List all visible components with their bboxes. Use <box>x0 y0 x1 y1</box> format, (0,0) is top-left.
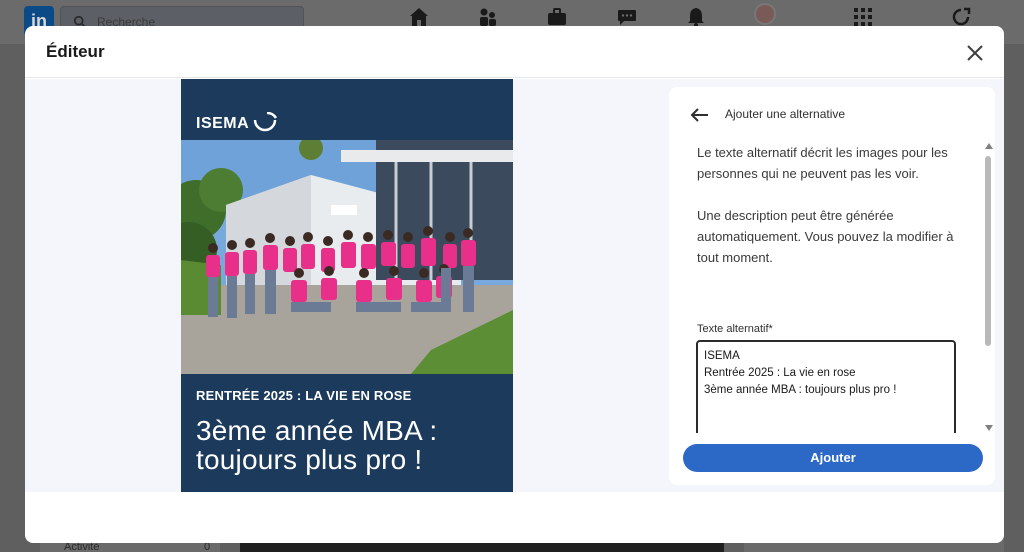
editor-stage: ISEMA RENTRÉE 2025: LA VIE EN ROSE 3ème… <box>25 79 1004 492</box>
scroll-thumb[interactable] <box>985 156 991 346</box>
home-icon[interactable] <box>408 6 430 28</box>
premium-icon[interactable] <box>950 6 972 28</box>
apps-grid-icon[interactable] <box>852 6 874 28</box>
alt-text-field-label: Texte alternatif* <box>697 323 773 335</box>
notifications-bell-icon[interactable] <box>685 6 707 28</box>
brand-arc-icon <box>253 112 278 132</box>
network-icon[interactable] <box>477 6 499 28</box>
alt-text-explanation: Le texte alternatif décrit les images po… <box>697 145 948 181</box>
modal-title: Éditeur <box>46 42 105 61</box>
panel-title: Ajouter une alternative <box>725 107 846 121</box>
messaging-icon[interactable] <box>616 6 638 28</box>
editor-modal: Éditeur ISEMA RENTRÉE 2025: LA VIE EN R… <box>25 26 1004 543</box>
add-alt-text-button[interactable]: Ajouter <box>683 444 983 472</box>
brand-logo-text: ISEMA <box>196 115 250 132</box>
back-arrow-icon[interactable] <box>689 104 711 126</box>
jobs-icon[interactable] <box>546 6 568 28</box>
modal-header: Éditeur <box>25 26 1004 78</box>
post-headline: 3ème année MBA : toujours plus pro ! <box>196 415 438 475</box>
scroll-up-arrow-icon[interactable] <box>985 143 993 149</box>
group-photo <box>181 140 513 374</box>
alt-text-input[interactable]: ISEMA Rentrée 2025 : La vie en rose 3ème… <box>696 340 956 433</box>
alt-text-panel: Ajouter une alternative Le texte alterna… <box>669 87 995 485</box>
panel-scroll-area[interactable]: Le texte alternatif décrit les images po… <box>669 137 995 433</box>
brand-logo: ISEMA <box>196 112 279 136</box>
panel-scrollbar[interactable] <box>983 143 993 435</box>
scroll-down-arrow-icon[interactable] <box>985 425 993 431</box>
close-icon[interactable] <box>963 41 987 65</box>
profile-avatar[interactable] <box>754 3 776 25</box>
post-kicker: RENTRÉE 2025 : LA VIE EN ROSE <box>196 388 412 403</box>
post-image: ISEMA RENTRÉE 2025: LA VIE EN ROSE 3ème… <box>181 79 513 492</box>
alt-text-auto-note: Une description peut être générée automa… <box>697 208 954 265</box>
